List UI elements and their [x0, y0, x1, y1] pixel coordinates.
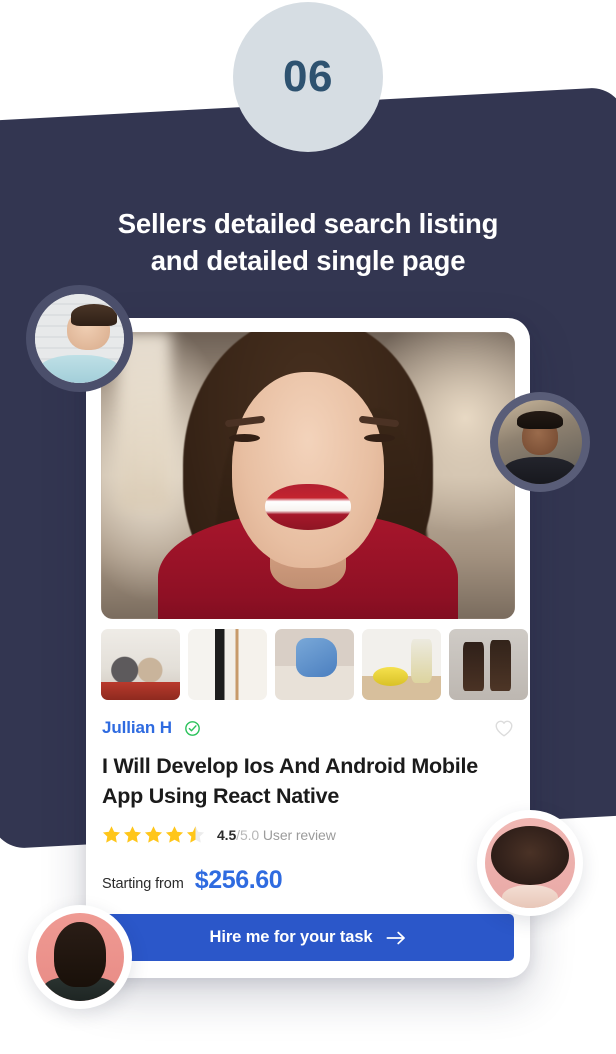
thumbnail-1[interactable] — [101, 629, 180, 700]
avatar-mid-right-photo — [498, 400, 582, 484]
listing-card: Jullian H I Will Develop Ios And Android… — [86, 318, 530, 978]
seller-row: Jullian H — [102, 716, 514, 740]
star-icon-4 — [165, 826, 184, 843]
price-label: Starting from — [102, 876, 184, 892]
headline-line-1: Sellers detailed search listing — [117, 208, 499, 239]
star-icon-5-half — [186, 826, 205, 843]
thumbnail-5[interactable] — [449, 629, 528, 700]
price-amount: $256.60 — [194, 866, 283, 894]
star-icon-1 — [102, 826, 121, 843]
hire-me-button-label: Hire me for your task — [209, 928, 373, 946]
heart-outline-icon[interactable] — [494, 719, 514, 738]
hero-image[interactable] — [101, 332, 515, 619]
thumbnail-4[interactable] — [362, 629, 441, 700]
slide-canvas: 06 Sellers detailed search listing and d… — [0, 0, 616, 1054]
avatar-lower-right-photo — [485, 818, 575, 908]
rating-out-of: /5.0 — [236, 826, 260, 843]
avatar-top-left-photo — [35, 294, 124, 383]
avatar-mid-right — [490, 392, 590, 492]
thumbnail-strip — [101, 629, 528, 700]
page-title: Sellers detailed search listing and deta… — [60, 205, 556, 279]
hero-image-content — [101, 332, 515, 619]
avatar-top-left — [26, 285, 133, 392]
check-circle-icon — [184, 720, 201, 737]
headline-line-2: and detailed single page — [150, 245, 466, 276]
rating-text: 4.5/5.0 User review — [217, 827, 336, 843]
rating-row: 4.5/5.0 User review — [102, 825, 514, 844]
slide-number-text: 06 — [283, 52, 333, 101]
star-icon-2 — [123, 826, 142, 843]
hire-me-button[interactable]: Hire me for your task — [102, 914, 514, 961]
thumbnail-2[interactable] — [188, 629, 267, 700]
listing-title: I Will Develop Ios And Android Mobile Ap… — [102, 754, 478, 808]
star-icon-3 — [144, 826, 163, 843]
listing-info: Jullian H I Will Develop Ios And Android… — [102, 716, 514, 895]
avatar-bottom-left — [28, 905, 132, 1009]
arrow-right-icon — [386, 930, 406, 946]
avatar-lower-right — [477, 810, 583, 916]
thumbnail-3[interactable] — [275, 629, 354, 700]
slide-number-badge: 06 — [233, 2, 383, 152]
rating-label: User review — [262, 826, 336, 843]
seller-name[interactable]: Jullian H — [102, 718, 172, 738]
rating-score: 4.5 — [217, 826, 237, 843]
avatar-bottom-left-photo — [36, 913, 124, 1001]
price-row: Starting from $256.60 — [102, 866, 514, 895]
star-rating — [102, 825, 205, 844]
